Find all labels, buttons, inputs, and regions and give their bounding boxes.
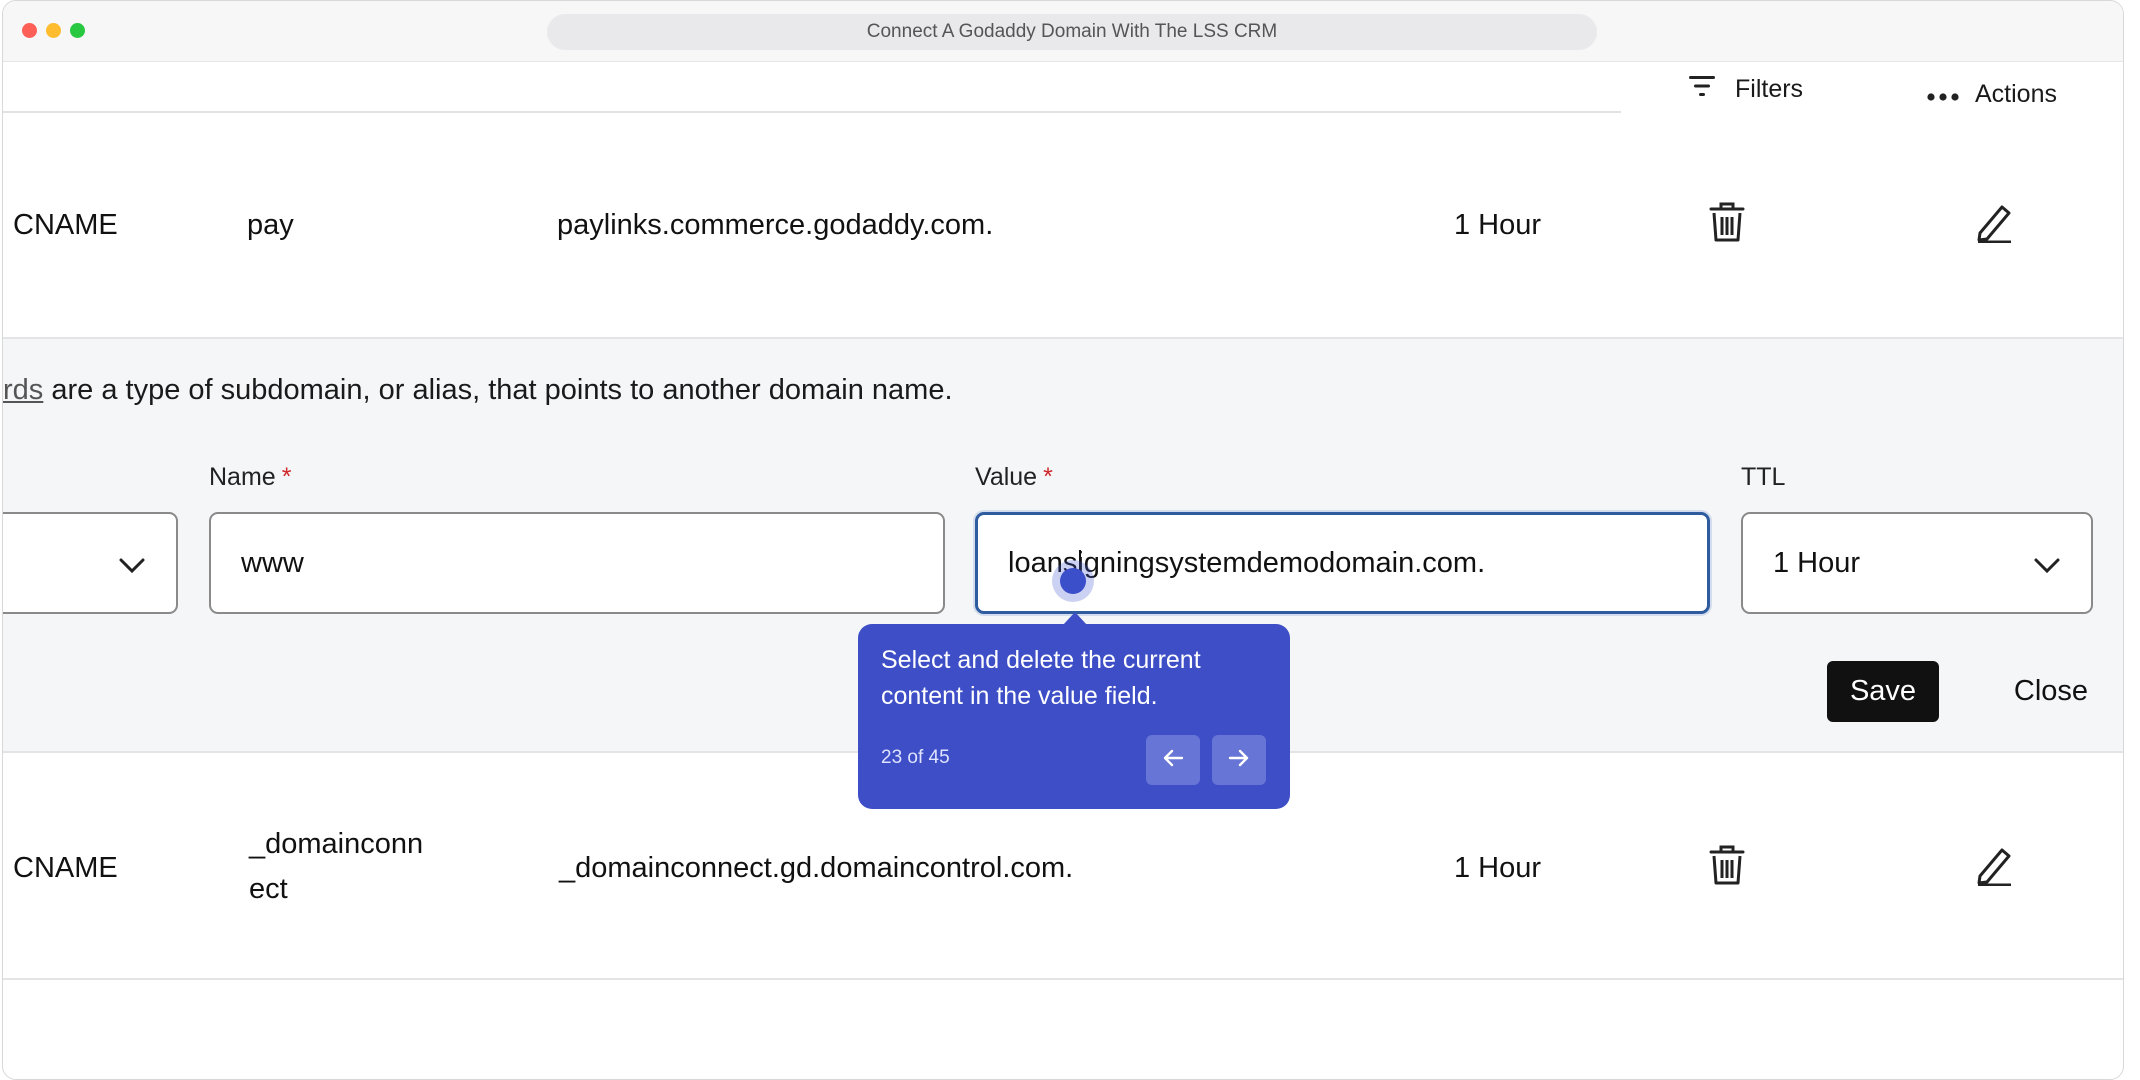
trash-icon[interactable]	[1709, 844, 1745, 891]
previous-step-button[interactable]	[1146, 735, 1200, 785]
name-input[interactable]: www	[209, 512, 945, 614]
actions-button[interactable]: Actions	[1927, 74, 2057, 114]
tooltip-text: Select and delete the current content in…	[881, 646, 1201, 710]
ttl-select-value: 1 Hour	[1773, 546, 1861, 579]
cursor-dot	[1060, 568, 1086, 594]
window-title: Connect A Godaddy Domain With The LSS CR…	[547, 14, 1597, 50]
record-ttl: 1 Hour	[1454, 852, 1542, 884]
filters-label: Filters	[1735, 74, 1804, 103]
arrow-left-icon	[1162, 749, 1184, 772]
pencil-icon[interactable]	[1975, 844, 2015, 891]
close-window-button[interactable]	[22, 23, 37, 38]
help-text: rds are a type of subdomain, or alias, t…	[3, 374, 953, 407]
arrow-right-icon	[1228, 749, 1250, 772]
record-type: CNAME	[13, 209, 118, 241]
record-type: CNAME	[13, 852, 118, 884]
type-select[interactable]	[3, 512, 178, 614]
filter-icon	[1687, 73, 1717, 106]
name-input-value: www	[241, 546, 304, 579]
close-button[interactable]: Close	[1981, 661, 2121, 722]
record-name-line-2: ect	[249, 873, 288, 905]
browser-window: Connect A Godaddy Domain With The LSS CR…	[2, 0, 2124, 1080]
next-step-button[interactable]	[1212, 735, 1266, 785]
guide-tooltip: Select and delete the current content in…	[858, 624, 1290, 809]
required-mark: *	[281, 463, 292, 491]
pencil-icon[interactable]	[1975, 201, 2015, 248]
record-value: _domainconnect.gd.domaincontrol.com.	[559, 852, 1074, 884]
name-label-text: Name	[209, 463, 276, 491]
maximize-window-button[interactable]	[70, 23, 85, 38]
table-row: CNAME pay paylinks.commerce.godaddy.com.…	[3, 113, 2123, 337]
save-button[interactable]: Save	[1827, 661, 1939, 722]
chevron-down-icon	[118, 550, 146, 583]
help-link[interactable]: rds	[3, 374, 43, 406]
value-label: Value *	[975, 463, 1053, 492]
ttl-label: TTL	[1741, 463, 1786, 491]
minimize-window-button[interactable]	[46, 23, 61, 38]
filters-button[interactable]: Filters	[1687, 69, 1803, 109]
more-horizontal-icon	[1927, 80, 1959, 109]
value-label-text: Value	[975, 463, 1038, 491]
record-ttl: 1 Hour	[1454, 209, 1542, 241]
title-bar: Connect A Godaddy Domain With The LSS CR…	[3, 1, 2123, 62]
trash-icon[interactable]	[1709, 201, 1745, 248]
record-name-line-1: _domainconn	[249, 828, 424, 860]
help-description: are a type of subdomain, or alias, that …	[43, 374, 953, 406]
tooltip-step-count: 23 of 45	[881, 747, 950, 768]
record-value: paylinks.commerce.godaddy.com.	[557, 209, 994, 241]
chevron-down-icon	[2033, 550, 2061, 583]
name-label: Name *	[209, 463, 291, 492]
required-mark: *	[1043, 463, 1053, 491]
ttl-select[interactable]: 1 Hour	[1741, 512, 2093, 614]
row-divider	[3, 978, 2123, 980]
actions-label: Actions	[1975, 79, 2057, 108]
record-name: pay	[247, 209, 294, 241]
